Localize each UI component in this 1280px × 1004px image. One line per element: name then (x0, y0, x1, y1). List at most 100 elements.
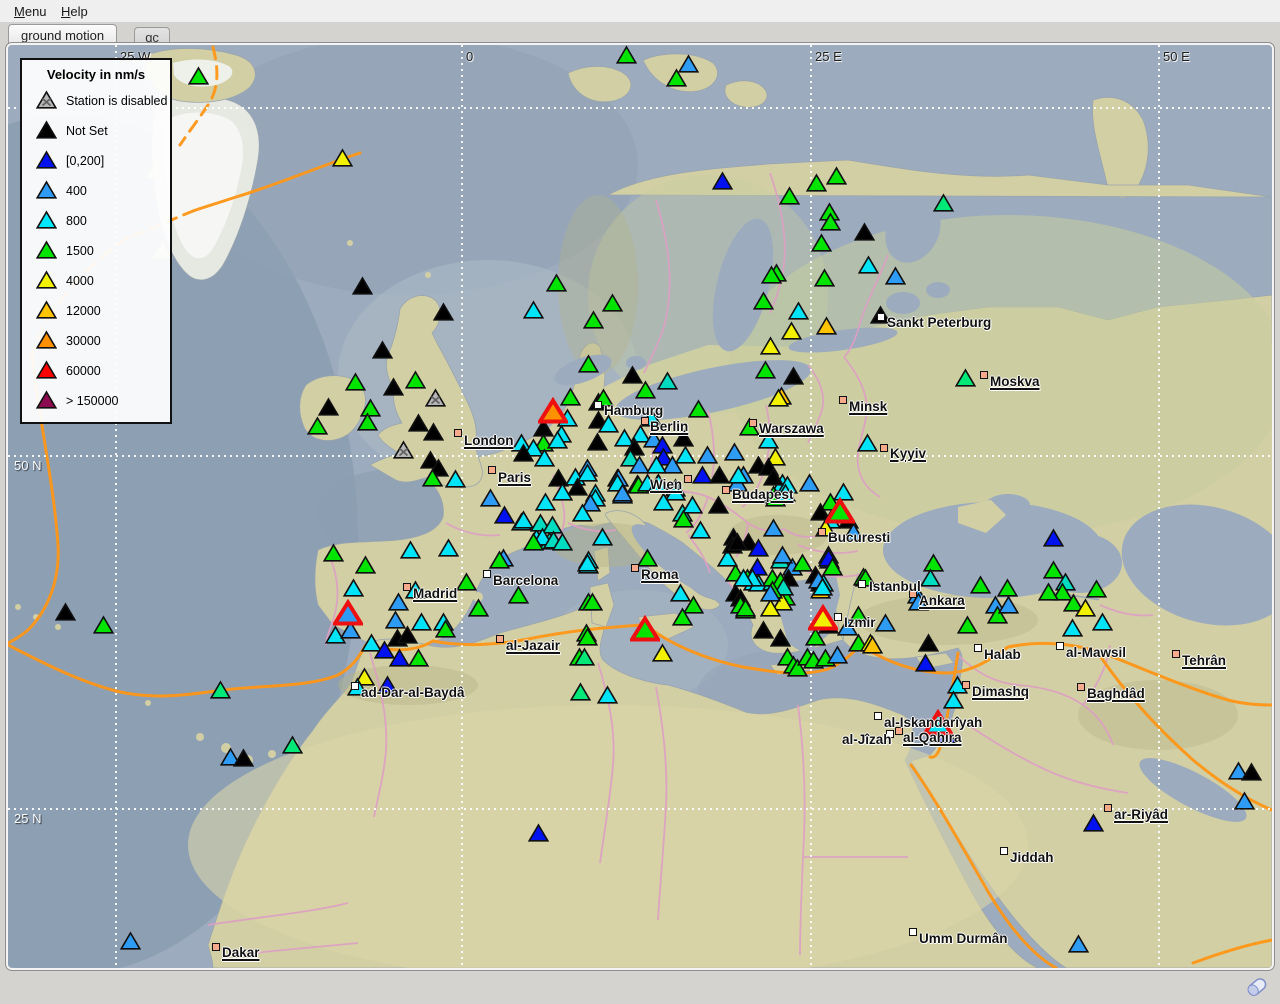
station-marker[interactable] (918, 633, 939, 652)
station-marker[interactable] (816, 316, 837, 335)
station-marker[interactable] (433, 302, 454, 321)
station-marker[interactable] (1038, 582, 1059, 601)
station-marker[interactable] (1083, 813, 1104, 832)
station-marker[interactable] (389, 648, 410, 667)
station-marker[interactable] (826, 166, 847, 185)
station-marker[interactable] (435, 619, 456, 638)
station-marker[interactable] (943, 690, 964, 709)
station-marker[interactable] (456, 572, 477, 591)
station-marker[interactable] (727, 532, 748, 551)
station-marker[interactable] (827, 645, 848, 664)
station-marker[interactable] (799, 473, 820, 492)
station-marker[interactable] (1234, 791, 1255, 810)
station-marker[interactable] (708, 495, 729, 514)
station-marker[interactable] (372, 340, 393, 359)
station-marker[interactable] (885, 266, 906, 285)
station-marker[interactable] (733, 568, 754, 587)
station-marker[interactable] (602, 293, 623, 312)
station-marker[interactable] (574, 647, 595, 666)
station-marker[interactable] (933, 193, 954, 212)
station-marker[interactable] (768, 388, 789, 407)
station-marker[interactable] (728, 465, 749, 484)
station-marker[interactable] (630, 615, 660, 642)
station-marker[interactable] (307, 416, 328, 435)
station-marker[interactable] (468, 598, 489, 617)
station-marker[interactable] (582, 592, 603, 611)
station-marker[interactable] (489, 550, 510, 569)
station-marker[interactable] (352, 276, 373, 295)
station-marker[interactable] (423, 422, 444, 441)
station-marker[interactable] (825, 497, 855, 524)
station-marker[interactable] (592, 527, 613, 546)
station-marker[interactable] (616, 45, 637, 64)
station-marker[interactable] (783, 366, 804, 385)
station-marker[interactable] (755, 360, 776, 379)
station-marker[interactable] (788, 301, 809, 320)
station-marker[interactable] (523, 300, 544, 319)
station-marker[interactable] (577, 627, 598, 646)
station-marker[interactable] (915, 653, 936, 672)
station-marker[interactable] (781, 321, 802, 340)
station-marker[interactable] (570, 682, 591, 701)
station-marker[interactable] (1086, 579, 1107, 598)
station-marker[interactable] (93, 615, 114, 634)
station-marker[interactable] (282, 735, 303, 754)
map-view[interactable]: 25 W025 E50 E50 N25 N LondonParisMadridB… (6, 43, 1274, 970)
station-marker[interactable] (1092, 612, 1113, 631)
station-marker[interactable] (572, 503, 593, 522)
station-marker[interactable] (854, 222, 875, 241)
station-marker[interactable] (858, 255, 879, 274)
station-marker[interactable] (653, 492, 674, 511)
station-marker[interactable] (875, 613, 896, 632)
station-marker[interactable] (408, 648, 429, 667)
station-marker[interactable] (332, 148, 353, 167)
station-marker[interactable] (587, 432, 608, 451)
station-marker[interactable] (422, 468, 443, 487)
station-marker[interactable] (672, 607, 693, 626)
station-marker[interactable] (535, 492, 556, 511)
station-marker[interactable] (1043, 528, 1064, 547)
station-marker[interactable] (712, 171, 733, 190)
station-marker[interactable] (652, 643, 673, 662)
station-marker[interactable] (405, 370, 426, 389)
station-marker[interactable] (1062, 618, 1083, 637)
station-marker[interactable] (188, 66, 209, 85)
station-marker[interactable] (578, 354, 599, 373)
station-marker[interactable] (635, 380, 656, 399)
station-marker[interactable] (343, 578, 364, 597)
station-marker[interactable] (811, 233, 832, 252)
station-marker[interactable] (748, 538, 769, 557)
station-marker[interactable] (779, 186, 800, 205)
station-marker[interactable] (1241, 762, 1262, 781)
menu-item-help[interactable]: Help (55, 2, 94, 21)
station-marker[interactable] (355, 555, 376, 574)
station-marker[interactable] (857, 433, 878, 452)
station-marker[interactable] (612, 483, 633, 502)
station-marker[interactable] (753, 291, 774, 310)
station-marker[interactable] (388, 592, 409, 611)
station-marker[interactable] (438, 538, 459, 557)
station-marker[interactable] (318, 397, 339, 416)
station-marker[interactable] (400, 540, 421, 559)
station-marker[interactable] (333, 599, 363, 626)
station-marker[interactable] (583, 310, 604, 329)
station-marker[interactable] (120, 931, 141, 950)
station-marker[interactable] (666, 68, 687, 87)
station-marker[interactable] (688, 399, 709, 418)
station-marker[interactable] (806, 173, 827, 192)
station-marker[interactable] (345, 372, 366, 391)
station-marker[interactable] (445, 469, 466, 488)
station-marker[interactable] (862, 635, 883, 654)
station-marker[interactable] (233, 748, 254, 767)
station-marker[interactable] (637, 548, 658, 567)
station-marker[interactable] (1068, 934, 1089, 953)
station-marker[interactable] (735, 598, 756, 617)
station-marker[interactable] (760, 336, 781, 355)
station-marker[interactable] (546, 273, 567, 292)
station-marker[interactable] (812, 577, 833, 596)
station-marker[interactable] (357, 412, 378, 431)
station-marker[interactable] (547, 430, 568, 449)
station-marker[interactable] (323, 543, 344, 562)
station-marker[interactable] (820, 212, 841, 231)
station-marker[interactable] (761, 265, 782, 284)
